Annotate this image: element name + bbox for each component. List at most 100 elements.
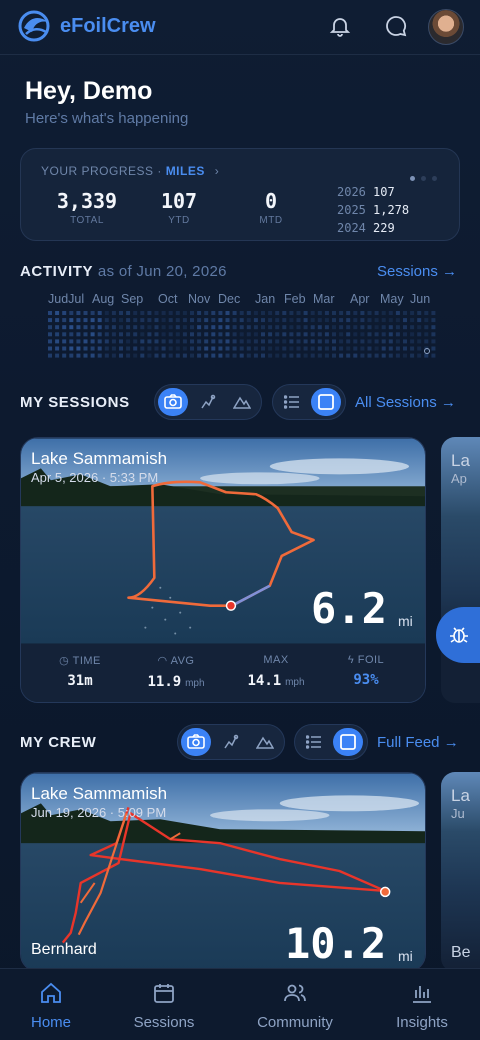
heatmap-cell <box>232 353 237 358</box>
heatmap-cell <box>126 311 131 315</box>
session-card[interactable]: Lake Sammamish Apr 5, 2026 · 5:33 PM 6.2… <box>20 437 426 703</box>
avatar[interactable] <box>428 9 464 45</box>
month-label: Sep <box>121 292 144 306</box>
heatmap-cell <box>218 318 223 323</box>
crew-session-card[interactable]: Lake Sammamish Jun 19, 2026 · 5:09 PM Be… <box>20 772 426 972</box>
heatmap-cell <box>275 332 280 337</box>
heatmap-cell <box>197 346 202 351</box>
heatmap-cell <box>246 353 251 358</box>
heatmap-cell <box>225 339 230 344</box>
heatmap-cell <box>168 339 173 344</box>
next-crew-card-peek[interactable]: La Ju Be <box>441 772 480 972</box>
heatmap-cell <box>62 332 67 337</box>
progress-card[interactable]: YOUR PROGRESS · MILES › 3,339 TOTAL 107 YT… <box>20 148 460 241</box>
all-sessions-link[interactable]: All Sessions → <box>355 394 456 411</box>
heatmap-cell <box>182 346 187 351</box>
camera-icon[interactable] <box>181 728 211 756</box>
heatmap-cell <box>296 325 301 330</box>
heatmap-cell <box>76 318 81 323</box>
logo-icon[interactable] <box>18 10 50 42</box>
heatmap-cell <box>239 346 244 351</box>
heatmap-cell <box>239 353 244 358</box>
heatmap-cell <box>289 311 294 315</box>
camera-icon[interactable] <box>158 388 188 416</box>
heatmap-cell <box>76 325 81 330</box>
heatmap-cell <box>97 346 102 351</box>
heatmap-cell <box>83 311 88 315</box>
heatmap-cell <box>48 318 52 323</box>
heatmap-cell <box>367 339 372 344</box>
stat-foil: ϟ FOIL 93% <box>347 654 385 688</box>
heatmap-cell <box>161 346 166 351</box>
heatmap-cell <box>374 353 379 358</box>
month-label: JudJul <box>48 292 85 306</box>
heatmap-cell <box>261 332 265 337</box>
nav-community[interactable]: Community <box>251 981 339 1031</box>
heatmap-cell <box>289 346 294 351</box>
heatmap-cell <box>119 346 123 351</box>
brand-name[interactable]: eFoilCrew <box>60 15 156 38</box>
heatmap-cell <box>332 346 336 351</box>
heatmap-cell <box>324 339 329 344</box>
heatmap-cell <box>381 318 386 323</box>
heatmap-cell <box>275 353 280 358</box>
card-view-icon[interactable] <box>311 388 341 416</box>
heatmap-cell <box>182 318 187 323</box>
mountain-icon[interactable] <box>227 388 257 416</box>
heatmap-cell <box>360 332 365 337</box>
list-icon[interactable] <box>277 388 307 416</box>
heatmap-cell <box>253 346 258 351</box>
heatmap-cell <box>317 318 322 323</box>
heatmap-cell <box>310 346 315 351</box>
route-icon[interactable] <box>216 728 246 756</box>
sessions-link[interactable]: Sessions → <box>377 263 457 280</box>
heatmap-cell <box>289 332 294 337</box>
year-row: 2025 1,278 <box>337 203 410 217</box>
heatmap-cell <box>360 353 365 358</box>
yearly-totals: 2026 107 2025 1,278 2024 229 <box>337 183 409 237</box>
heatmap-cell <box>190 353 194 358</box>
nav-sessions[interactable]: Sessions <box>128 981 200 1031</box>
heatmap-cell <box>147 339 152 344</box>
route-icon[interactable] <box>193 388 223 416</box>
heatmap-cell <box>346 339 351 344</box>
heatmap-cell <box>353 353 358 358</box>
heatmap-cell <box>253 332 258 337</box>
heatmap-cell <box>417 325 422 330</box>
heatmap-cell <box>133 325 138 330</box>
bell-icon[interactable] <box>328 14 352 38</box>
heatmap-cell <box>268 318 273 323</box>
list-icon[interactable] <box>299 728 329 756</box>
card-view-icon[interactable] <box>333 728 363 756</box>
heatmap-cell <box>140 325 145 330</box>
heatmap-cell <box>395 318 400 323</box>
heatmap-cell <box>76 332 81 337</box>
heatmap-cell <box>140 353 145 358</box>
heatmap-cell <box>310 318 315 323</box>
heatmap-cell <box>424 339 429 344</box>
heatmap-cell <box>161 318 166 323</box>
heatmap-cell <box>126 346 131 351</box>
full-feed-link[interactable]: Full Feed → <box>377 734 459 751</box>
nav-home[interactable]: Home <box>22 981 80 1031</box>
heatmap-cell <box>332 332 336 337</box>
mountain-icon[interactable] <box>250 728 280 756</box>
chat-icon[interactable] <box>384 14 408 38</box>
heatmap-cell <box>62 346 67 351</box>
progress-title[interactable]: YOUR PROGRESS · MILES › <box>41 164 219 178</box>
heatmap-cell <box>253 339 258 344</box>
next-session-card-peek[interactable]: La Ap <box>441 437 480 703</box>
nav-insights[interactable]: Insights <box>390 981 454 1031</box>
heatmap-cell <box>410 311 415 315</box>
heatmap-cell <box>310 325 315 330</box>
heatmap-cell <box>218 311 223 315</box>
heatmap-cell <box>317 339 322 344</box>
heatmap-cell <box>97 311 102 315</box>
speedometer-icon: ◠ <box>157 655 168 667</box>
heatmap-cell <box>111 339 116 344</box>
year-row: 2024 229 <box>337 221 395 235</box>
top-bar: eFoilCrew <box>0 0 480 55</box>
heatmap-cell <box>346 311 351 315</box>
heatmap-cell <box>55 339 60 344</box>
heatmap-cell <box>104 339 109 344</box>
